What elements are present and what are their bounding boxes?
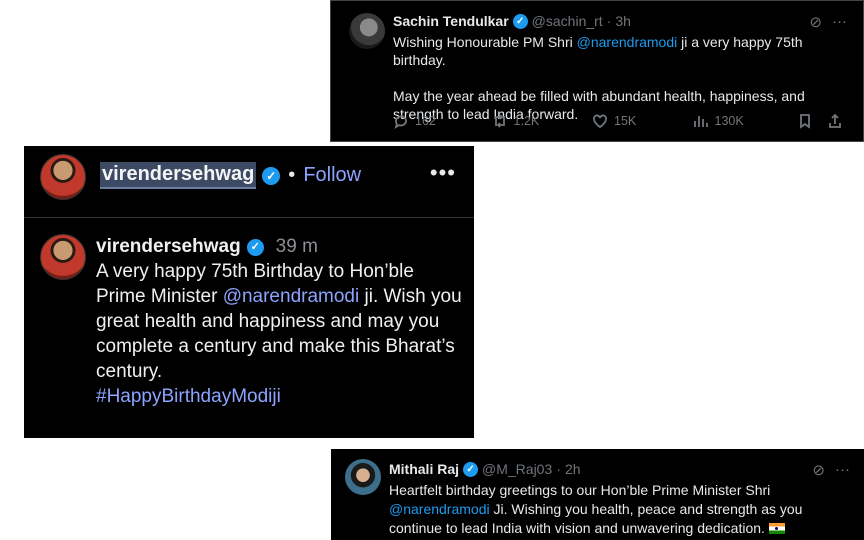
views-button[interactable]: 130K bbox=[693, 113, 797, 129]
tweet-top-actions: ⊘ ··· bbox=[812, 461, 850, 479]
verified-badge-icon: ✓ bbox=[262, 166, 281, 185]
tweet-header: Mithali Raj ✓ @M_Raj03 · 2h bbox=[389, 461, 581, 477]
timestamp: 39 m bbox=[275, 236, 318, 257]
bookmark-icon bbox=[800, 114, 810, 129]
reply-icon bbox=[394, 115, 407, 129]
tweet-top-actions: ⊘ ··· bbox=[809, 13, 847, 31]
post-header: virendersehwag ✓ • Follow bbox=[100, 162, 361, 189]
display-name[interactable]: Sachin Tendulkar bbox=[393, 13, 509, 29]
tweet-text-part: Wishing Honourable PM Shri bbox=[393, 34, 577, 50]
handle[interactable]: @sachin_rt bbox=[532, 13, 603, 29]
heart-icon bbox=[593, 114, 607, 129]
caption-text: A very happy 75th Birthday to Hon’ble Pr… bbox=[96, 259, 466, 409]
caption-header: virendersehwag ✓ 39 m bbox=[96, 236, 318, 258]
bookmark-button[interactable] bbox=[797, 113, 813, 129]
display-name[interactable]: Mithali Raj bbox=[389, 461, 459, 477]
avatar[interactable] bbox=[40, 154, 86, 200]
like-count: 15K bbox=[614, 114, 637, 128]
verified-badge-icon: ✓ bbox=[246, 238, 264, 256]
more-options-icon[interactable]: ··· bbox=[835, 461, 850, 479]
username-selected[interactable]: virendersehwag bbox=[100, 162, 257, 189]
share-button[interactable] bbox=[827, 113, 843, 129]
views-count: 130K bbox=[714, 114, 744, 128]
verified-badge-icon: ✓ bbox=[512, 13, 528, 29]
share-icon bbox=[829, 113, 841, 128]
tweet-sachin[interactable]: Sachin Tendulkar ✓ @sachin_rt · 3h ⊘ ···… bbox=[330, 0, 864, 142]
avatar[interactable] bbox=[349, 13, 385, 49]
username[interactable]: virendersehwag bbox=[96, 236, 241, 258]
tweet-mithali[interactable]: Mithali Raj ✓ @M_Raj03 · 2h ⊘ ··· Heartf… bbox=[331, 449, 864, 540]
post-sehwag[interactable]: virendersehwag ✓ • Follow ••• virenderse… bbox=[24, 146, 474, 438]
india-flag-icon bbox=[768, 523, 785, 534]
reply-count: 162 bbox=[415, 114, 436, 128]
timestamp[interactable]: 3h bbox=[615, 13, 631, 29]
tweet-actions: 162 1.2K 15K 130K bbox=[393, 113, 843, 129]
avatar[interactable] bbox=[40, 234, 86, 280]
repost-button[interactable]: 1.2K bbox=[492, 113, 593, 129]
repost-icon bbox=[494, 114, 505, 128]
mention-link[interactable]: @narendramodi bbox=[389, 501, 490, 517]
divider bbox=[24, 217, 474, 218]
mention-link[interactable]: @narendramodi bbox=[577, 34, 678, 50]
avatar[interactable] bbox=[345, 459, 381, 495]
more-options-icon[interactable]: ••• bbox=[430, 160, 456, 186]
tweet-header: Sachin Tendulkar ✓ @sachin_rt · 3h bbox=[393, 13, 631, 29]
tweet-text: Heartfelt birthday greetings to our Hon’… bbox=[389, 481, 859, 538]
grok-icon[interactable]: ⊘ bbox=[809, 13, 822, 31]
like-button[interactable]: 15K bbox=[592, 113, 693, 129]
mention-link[interactable]: @narendramodi bbox=[223, 286, 360, 307]
tweet-text: Wishing Honourable PM Shri @narendramodi… bbox=[393, 33, 853, 123]
grok-icon[interactable]: ⊘ bbox=[812, 461, 825, 479]
separator-dot: · bbox=[606, 13, 612, 29]
repost-count: 1.2K bbox=[513, 114, 540, 128]
timestamp[interactable]: 2h bbox=[565, 461, 581, 477]
views-chart-icon bbox=[693, 116, 708, 127]
verified-badge-icon: ✓ bbox=[463, 461, 479, 477]
follow-button[interactable]: Follow bbox=[303, 164, 361, 187]
separator-dot: · bbox=[556, 461, 561, 477]
tweet-text-part: Heartfelt birthday greetings to our Hon’… bbox=[389, 482, 771, 498]
handle[interactable]: @M_Raj03 bbox=[482, 461, 552, 477]
reply-button[interactable]: 162 bbox=[393, 113, 492, 129]
more-options-icon[interactable]: ··· bbox=[832, 13, 847, 31]
separator-dot: • bbox=[288, 164, 296, 186]
hashtag-link[interactable]: #HappyBirthdayModiji bbox=[96, 386, 281, 407]
